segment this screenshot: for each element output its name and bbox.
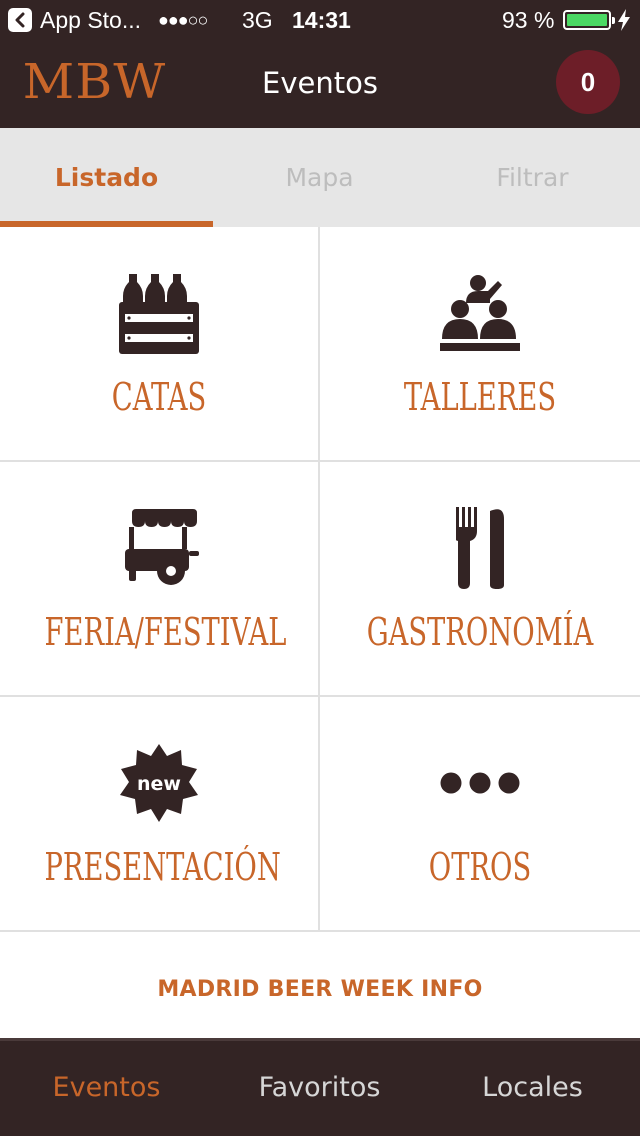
madrid-beer-week-info-link[interactable]: MADRID BEER WEEK INFO [0,934,640,1038]
tab-listado[interactable]: Listado [0,128,213,227]
category-label: TALLERES [403,375,557,419]
category-talleres[interactable]: TALLERES [320,227,640,462]
tab-filtrar[interactable]: Filtrar [426,128,639,227]
new-badge-icon: new [0,741,318,825]
nav-bar: MBW Eventos 0 [0,40,640,128]
category-label: PRESENTACIÓN [44,845,281,889]
network-type: 3G [242,7,273,33]
food-cart-icon [0,506,318,590]
category-label: GASTRONOMÍA [366,610,594,654]
category-feria-festival[interactable]: FERIA/FESTIVAL [0,462,320,697]
more-dots-icon [320,741,640,825]
bottom-tab-bar: Eventos Favoritos Locales [0,1038,640,1136]
bottom-tab-favoritos[interactable]: Favoritos [213,1041,426,1136]
battery-percent: 93 % [502,7,555,33]
fork-knife-icon [320,506,640,590]
workshop-people-icon [320,271,640,355]
new-badge-text: new [137,773,181,795]
beer-crate-icon [0,271,318,355]
page-title: Eventos [262,66,378,100]
clock: 14:31 [292,7,351,33]
category-otros[interactable]: OTROS [320,697,640,932]
category-gastronomia[interactable]: GASTRONOMÍA [320,462,640,697]
category-presentacion[interactable]: new PRESENTACIÓN [0,697,320,932]
bottom-tab-locales[interactable]: Locales [426,1041,639,1136]
charging-bolt-icon [618,9,630,31]
info-label: MADRID BEER WEEK INFO [157,977,483,1002]
category-label: OTROS [428,845,532,889]
counter-badge[interactable]: 0 [556,50,620,114]
category-label: CATAS [111,375,207,419]
signal-strength: ●●●○○ [158,10,208,30]
back-app-label[interactable]: App Sto... [40,7,141,34]
bottom-tab-eventos[interactable]: Eventos [0,1041,213,1136]
category-grid: CATAS TALLERES FERIA/FESTIVAL GASTRONOMÍ… [0,227,640,934]
tab-mapa[interactable]: Mapa [213,128,426,227]
back-to-app-icon[interactable] [8,8,32,32]
category-catas[interactable]: CATAS [0,227,320,462]
battery-icon [563,10,615,30]
category-label: FERIA/FESTIVAL [44,610,287,654]
status-bar: App Sto... ●●●○○ 3G 14:31 93 % [0,0,640,40]
view-tabs: Listado Mapa Filtrar [0,128,640,227]
